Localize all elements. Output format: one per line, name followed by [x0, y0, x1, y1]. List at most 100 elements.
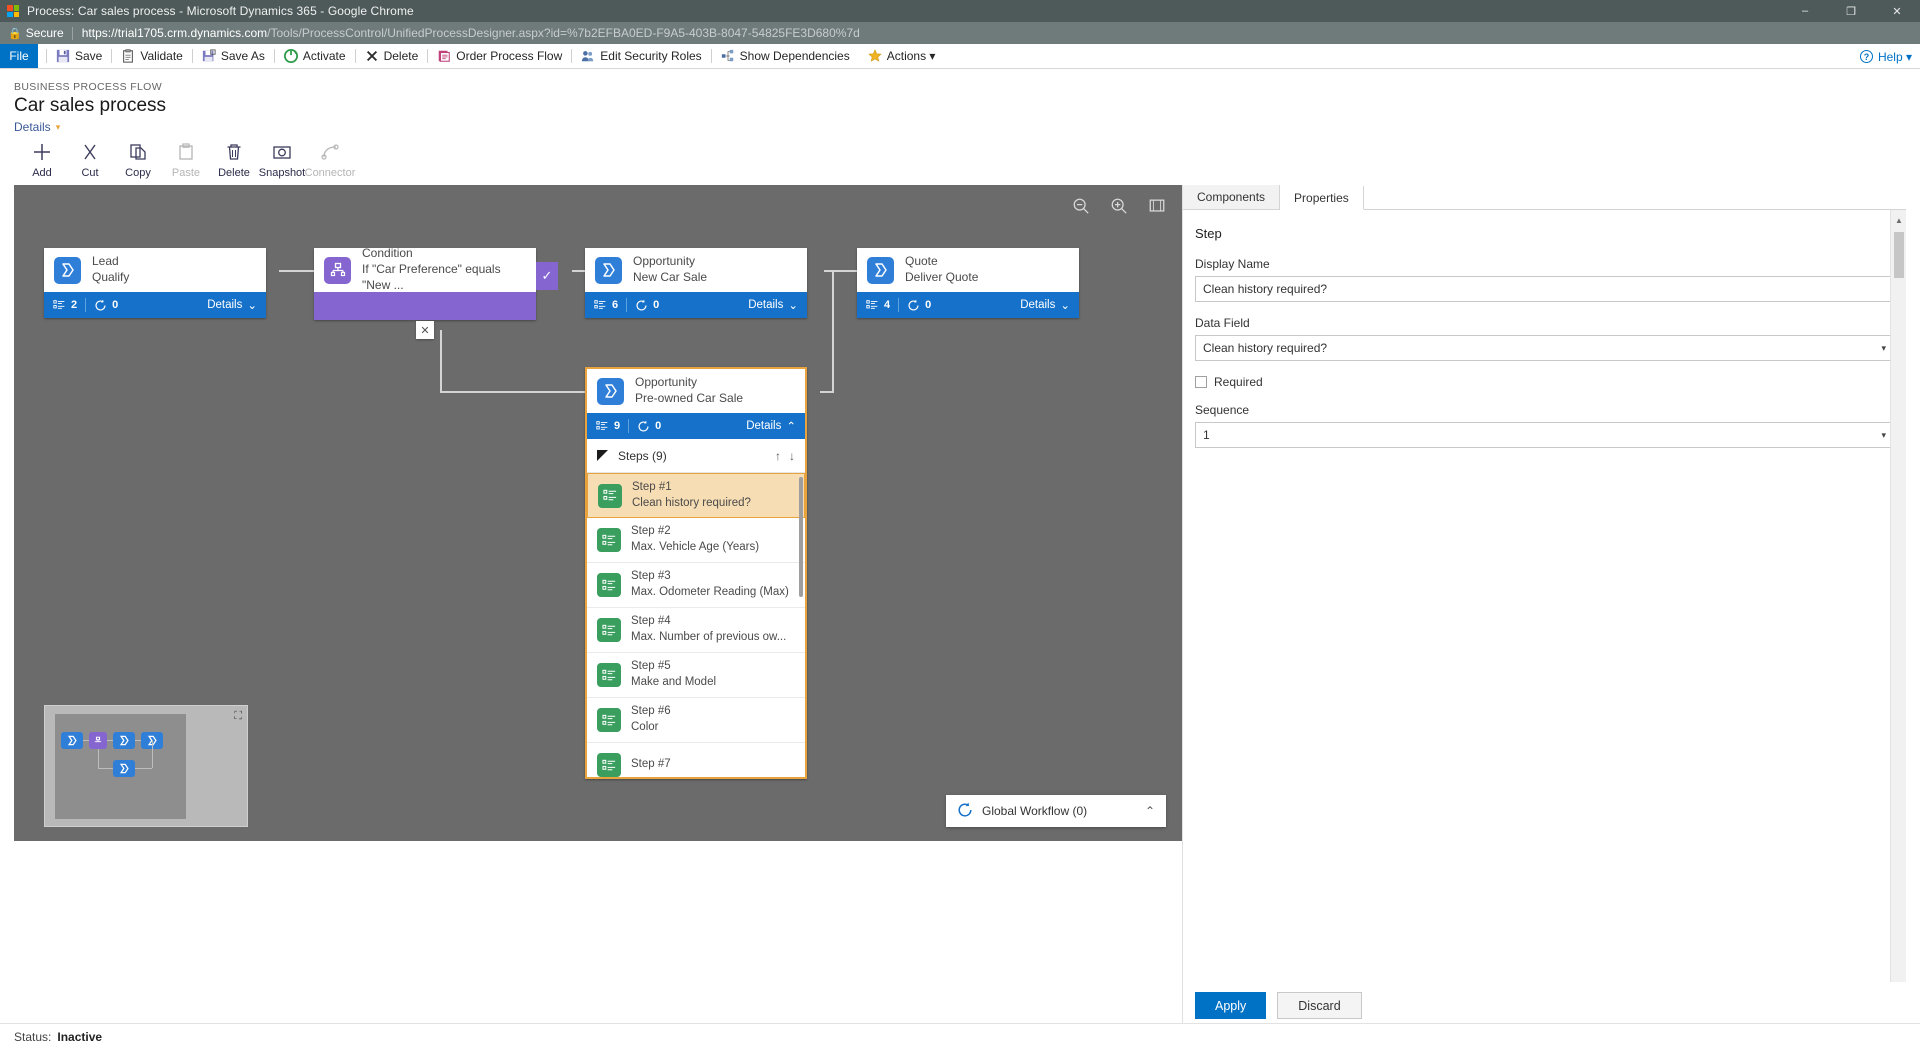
- paste-button[interactable]: Paste: [162, 142, 210, 179]
- stage-steps-count: 2: [53, 299, 77, 312]
- properties-scrollbar[interactable]: ▲ ▼: [1890, 210, 1906, 1033]
- step-list-item[interactable]: Step #5 Make and Model: [587, 653, 805, 698]
- chevron-down-icon: ⌄: [788, 300, 798, 312]
- zoom-in-icon[interactable]: [1108, 195, 1130, 217]
- connector-button[interactable]: Connector: [305, 142, 355, 179]
- stage-details-toggle[interactable]: Details ⌄: [748, 298, 798, 312]
- steps-list[interactable]: Step #1 Clean history required? Step #2 …: [587, 473, 805, 777]
- stage-details-toggle[interactable]: Details ⌄: [1020, 298, 1070, 312]
- steps-scrollbar[interactable]: [799, 477, 803, 597]
- fit-to-screen-icon[interactable]: [1146, 195, 1168, 217]
- stage-name: Deliver Quote: [905, 270, 979, 284]
- required-checkbox-row[interactable]: Required: [1195, 375, 1894, 389]
- stage-text: Lead Qualify: [92, 254, 129, 286]
- canvas-minimap[interactable]: ⛶: [44, 705, 248, 827]
- ribbon-save-button[interactable]: Save: [47, 44, 111, 69]
- condition-false-branch-close-icon[interactable]: ✕: [416, 321, 434, 339]
- stage-header: Opportunity Pre-owned Car Sale: [587, 369, 805, 413]
- snapshot-button[interactable]: Snapshot: [258, 142, 306, 179]
- browser-address-bar[interactable]: 🔒 Secure https://trial1705.crm.dynamics.…: [0, 22, 1920, 44]
- scissors-icon: [80, 142, 100, 162]
- ribbon-edit-security-roles-button[interactable]: Edit Security Roles: [572, 44, 710, 69]
- ribbon-validate-button[interactable]: Validate: [112, 44, 191, 69]
- stage-card-condition[interactable]: Condition If "Car Preference" equals "Ne…: [314, 246, 536, 320]
- tab-components[interactable]: Components: [1183, 185, 1281, 209]
- scrollbar-thumb[interactable]: [1894, 232, 1904, 278]
- delete-button[interactable]: Delete: [210, 142, 258, 179]
- required-checkbox[interactable]: [1195, 376, 1207, 388]
- step-list-item[interactable]: Step #3 Max. Odometer Reading (Max): [587, 563, 805, 608]
- ribbon-activate-button[interactable]: Activate: [275, 44, 355, 69]
- details-toggle[interactable]: Details ▾: [14, 120, 60, 134]
- step-list-item[interactable]: Step #6 Color: [587, 698, 805, 743]
- secure-label: Secure: [25, 26, 64, 40]
- data-field-select[interactable]: Clean history required? ▾: [1195, 335, 1894, 361]
- copy-button[interactable]: Copy: [114, 142, 162, 179]
- stage-steps-count: 4: [866, 299, 890, 312]
- discard-button[interactable]: Discard: [1277, 992, 1362, 1019]
- stage-details-label: Details: [1020, 299, 1056, 311]
- global-workflow-bar[interactable]: Global Workflow (0) ⌃: [946, 795, 1166, 827]
- cut-button[interactable]: Cut: [66, 142, 114, 179]
- step-icon: [597, 573, 621, 597]
- ribbon-show-dependencies-button[interactable]: Show Dependencies: [712, 44, 859, 69]
- status-value: Inactive: [57, 1030, 103, 1044]
- stage-details-toggle[interactable]: Details ⌄: [207, 298, 257, 312]
- step-list-item[interactable]: Step #7: [587, 743, 805, 777]
- stage-card-quote[interactable]: Quote Deliver Quote 4 0 Details ⌄: [857, 248, 1079, 318]
- add-button[interactable]: Add: [18, 142, 66, 179]
- footer-divider: [626, 298, 628, 312]
- sequence-select[interactable]: 1 ▾: [1195, 422, 1894, 448]
- window-controls: – ❐ ✕: [1782, 0, 1920, 22]
- step-list-item[interactable]: Step #2 Max. Vehicle Age (Years): [587, 518, 805, 563]
- steps-icon: [594, 299, 606, 309]
- ribbon-actions-button[interactable]: Actions ▾: [859, 44, 945, 69]
- stage-text: Quote Deliver Quote: [905, 254, 978, 286]
- stage-steps-count: 6: [594, 299, 618, 312]
- stage-details-toggle[interactable]: Details ⌃: [746, 419, 796, 433]
- save-as-icon: [202, 49, 216, 63]
- zoom-out-icon[interactable]: [1070, 195, 1092, 217]
- step-list-item[interactable]: Step #1 Clean history required?: [587, 473, 805, 518]
- stage-entity-icon: [867, 256, 894, 284]
- help-button[interactable]: ? Help ▾: [1859, 44, 1912, 69]
- step-label: Max. Odometer Reading (Max): [631, 586, 789, 598]
- properties-body: Step Display Name Data Field Clean histo…: [1183, 210, 1906, 448]
- close-button[interactable]: ✕: [1874, 0, 1920, 22]
- steps-panel-header[interactable]: Steps (9) ↑ ↓: [587, 439, 805, 473]
- tab-properties[interactable]: Properties: [1280, 186, 1364, 210]
- paste-label: Paste: [171, 167, 201, 179]
- expand-minimap-icon[interactable]: ⛶: [234, 710, 242, 723]
- stage-entity: Opportunity: [635, 375, 698, 390]
- copy-icon: [128, 142, 148, 162]
- stage-workflow-count: 0: [637, 420, 661, 433]
- stage-card-opportunity-new[interactable]: Opportunity New Car Sale 6 0 Details ⌄: [585, 248, 807, 318]
- ribbon-delete-button[interactable]: Delete: [356, 44, 428, 69]
- url-text[interactable]: https://trial1705.crm.dynamics.com/Tools…: [82, 26, 860, 40]
- move-step-up-icon[interactable]: ↑: [775, 449, 781, 463]
- ribbon-order-process-flow-button[interactable]: Order Process Flow: [428, 44, 571, 69]
- workflow-icon: [636, 299, 647, 311]
- chevron-up-icon[interactable]: ⌃: [1145, 804, 1155, 818]
- stage-text: Opportunity Pre-owned Car Sale: [635, 375, 743, 407]
- scroll-up-icon[interactable]: ▲: [1891, 212, 1907, 228]
- apply-button[interactable]: Apply: [1195, 992, 1267, 1019]
- stage-card-lead[interactable]: Lead Qualify 2 0 Details ⌄: [44, 248, 266, 318]
- connector-icon: [320, 142, 340, 162]
- minimap-connector: [83, 740, 89, 741]
- ribbon-save-as-button[interactable]: Save As: [193, 44, 274, 69]
- footer-divider: [85, 298, 87, 312]
- step-list-item[interactable]: Step #4 Max. Number of previous ow...: [587, 608, 805, 653]
- move-step-down-icon[interactable]: ↓: [789, 449, 795, 463]
- file-menu-button[interactable]: File: [0, 44, 38, 68]
- condition-body: [314, 292, 536, 320]
- display-name-label: Display Name: [1195, 257, 1270, 271]
- stage-card-opportunity-preowned[interactable]: Opportunity Pre-owned Car Sale 9 0 Detai…: [585, 367, 807, 779]
- status-label: Status:: [14, 1030, 52, 1044]
- workflow-icon: [95, 299, 106, 311]
- display-name-input[interactable]: [1195, 276, 1894, 302]
- condition-true-branch-icon[interactable]: ✓: [536, 262, 558, 290]
- maximize-button[interactable]: ❐: [1828, 0, 1874, 22]
- minimize-button[interactable]: –: [1782, 0, 1828, 22]
- process-designer-canvas[interactable]: Lead Qualify 2 0 Details ⌄ Condition If …: [14, 185, 1182, 841]
